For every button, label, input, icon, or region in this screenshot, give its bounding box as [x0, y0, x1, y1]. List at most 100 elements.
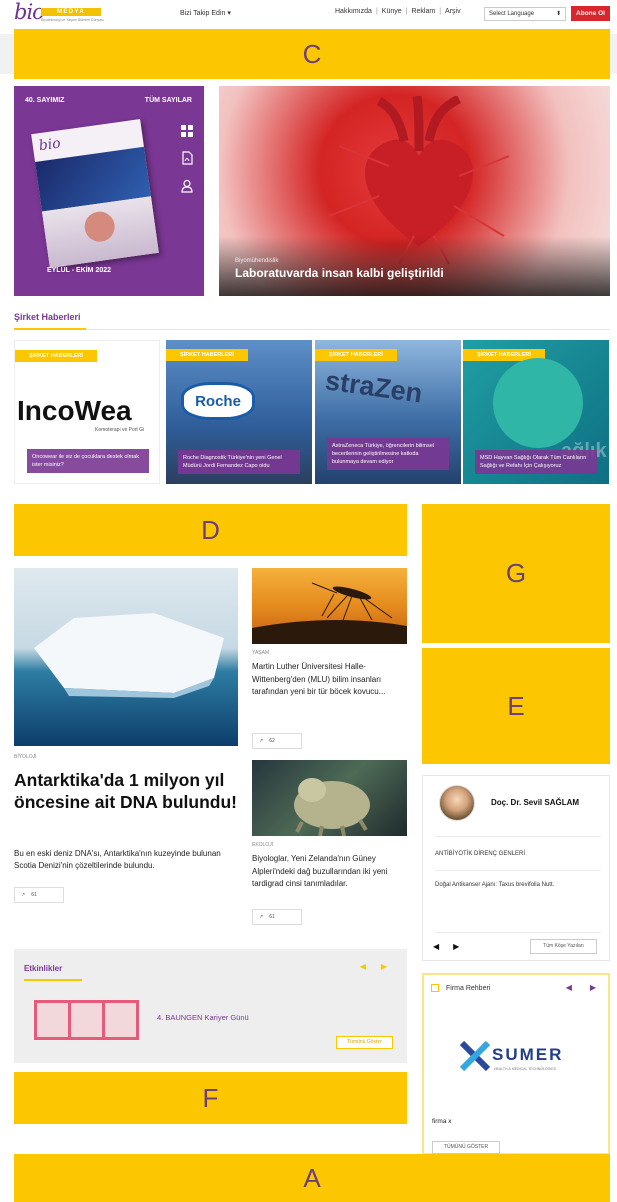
subscribe-button[interactable]: Abone Ol [571, 6, 610, 21]
select-arrows-icon: ⬍ [555, 11, 561, 17]
share-count: 62 [269, 738, 275, 744]
hero-category[interactable]: Biyomühendislik [235, 258, 278, 264]
article-main-image[interactable] [14, 568, 238, 746]
prev-arrow-icon[interactable]: ◀ [566, 983, 572, 992]
card-caption: Oncowear ile siz de çocuklara destek olm… [27, 449, 149, 473]
nav-separator: | [439, 8, 442, 15]
share-icon: ↗ [259, 738, 264, 744]
language-select[interactable]: Select Language ⬍ [484, 7, 566, 21]
site-logo[interactable]: bio MEDYA Biyoteknoloji ve Yaşam Bilimle… [14, 0, 104, 26]
article-main-description: Bu en eski deniz DNA'sı, Antarktika'nın … [14, 849, 221, 870]
nav-link-about[interactable]: Hakkımızda [335, 8, 372, 15]
oncowear-logo: IncoWea [17, 395, 132, 426]
next-arrow-icon[interactable]: ▶ [381, 962, 387, 971]
nav-link-archive[interactable]: Arşiv [445, 8, 461, 15]
sumer-logo[interactable]: SUMER HEALTH & MEDICAL TECHNOLOGIES [460, 1037, 575, 1077]
share-icon: ↗ [21, 892, 26, 898]
company-news-card-2[interactable]: ŞİRKET HABERLERİ Roche Roche Diagnostik … [166, 340, 312, 484]
oncowear-logo-sub: Kemoterapi ve Port Gi [95, 427, 145, 433]
event-speaker-photo [71, 1003, 102, 1037]
share-button[interactable]: ↗ 62 [252, 733, 302, 749]
firm-directory-heading[interactable]: Firma Rehberi [446, 985, 490, 992]
next-arrow-icon[interactable]: ▶ [590, 983, 596, 992]
event-image[interactable] [34, 1000, 139, 1040]
iceberg-illustration [34, 613, 224, 698]
company-news-card-3[interactable]: ŞİRKET HABERLERİ straZen AstraZeneca Tür… [315, 340, 461, 484]
article-side1-title[interactable]: Martin Luther Üniversitesi Halle-Wittenb… [252, 661, 407, 699]
article-side2-title[interactable]: Biyologlar, Yeni Zelanda'nın Güney Alple… [252, 853, 407, 891]
firm-name[interactable]: firma x [432, 1118, 452, 1125]
nav-separator: | [405, 8, 408, 15]
magazine-box[interactable]: 40. SAYIMIZ TÜM SAYILAR bio EYLÜL - EKİM… [14, 86, 204, 296]
article-side1-category[interactable]: YAŞAM [252, 650, 269, 656]
article-main-title[interactable]: Antarktika'da 1 milyon yıl öncesine ait … [14, 769, 244, 813]
divider [435, 870, 601, 871]
tardigrade-illustration [294, 778, 370, 836]
mosquito-illustration [252, 582, 407, 644]
author-avatar[interactable] [439, 785, 475, 821]
logo-bio-text: bio [14, 0, 45, 24]
article-side2-category[interactable]: EKOLOJİ [252, 842, 273, 848]
follow-us-label: Bizi Takip Edin [180, 10, 226, 17]
company-news-card-4[interactable]: ŞİRKET HABERLERİ ağlık MSD Hayvan Sağlığ… [463, 340, 609, 484]
sumer-x-mark-icon [460, 1041, 490, 1071]
events-heading[interactable]: Etkinlikler [24, 964, 62, 973]
share-count: 61 [31, 892, 37, 898]
pdf-icon[interactable] [180, 151, 194, 165]
author-article[interactable]: Doğal Antikanser Ajanı: Taxus brevifolia… [435, 880, 595, 890]
astrazeneca-logo: straZen [323, 365, 425, 409]
all-issues-link[interactable]: TÜM SAYILAR [145, 97, 192, 104]
placeholder-block-e: E [422, 648, 610, 764]
placeholder-block-c: C [14, 29, 610, 79]
placeholder-block-g: G [422, 504, 610, 643]
share-button[interactable]: ↗ 61 [252, 909, 302, 925]
msd-animal-icon [493, 358, 583, 448]
nav-separator: | [375, 8, 378, 15]
card-tag: ŞİRKET HABERLERİ [166, 349, 248, 361]
magazine-issue-label: 40. SAYIMIZ [25, 97, 65, 104]
nav-link-imprint[interactable]: Künye [382, 8, 402, 15]
events-show-all-button[interactable]: Tümünü Göster [336, 1036, 393, 1049]
top-nav: Hakkımızda | Künye | Reklam | Arşiv [335, 8, 461, 15]
placeholder-block-f: F [14, 1072, 407, 1124]
sumer-logo-text: SUMER [492, 1045, 564, 1064]
hero-title[interactable]: Laboratuvarda insan kalbi geliştirildi [235, 266, 444, 280]
hero-article[interactable]: Biyomühendislik Laboratuvarda insan kalb… [219, 86, 610, 296]
sumer-logo-sub: HEALTH & MEDICAL TECHNOLOGIES [494, 1067, 556, 1071]
article-side1-image[interactable] [252, 568, 407, 644]
company-news-card-1[interactable]: ŞİRKET HABERLERİ IncoWea Kemoterapi ve P… [14, 340, 160, 484]
grid-icon[interactable] [180, 124, 194, 138]
top-bar: bio MEDYA Biyoteknoloji ve Yaşam Bilimle… [0, 0, 617, 28]
share-button[interactable]: ↗ 61 [14, 887, 64, 903]
article-main-category[interactable]: BİYOLOJİ [14, 754, 37, 760]
firm-pager: ◀ ▶ [566, 983, 596, 992]
magazine-cover[interactable]: bio [31, 119, 159, 268]
placeholder-block-d: D [14, 504, 407, 556]
follow-us-dropdown[interactable]: Bizi Takip Edin ▾ [180, 9, 231, 17]
section-underline [24, 979, 82, 981]
card-caption: MSD Hayvan Sağlığı Olarak Tüm Canlıların… [475, 450, 597, 474]
prev-arrow-icon[interactable]: ◀ [360, 962, 366, 971]
author-topic[interactable]: ANTİBİYOTİK DİRENÇ GENLERİ [435, 851, 525, 857]
bookmark-icon [431, 984, 439, 992]
next-arrow-icon[interactable]: ▶ [453, 942, 459, 951]
author-box: Doç. Dr. Sevil SAĞLAM ANTİBİYOTİK DİRENÇ… [422, 775, 610, 961]
event-speaker-photo [105, 1003, 136, 1037]
company-news-heading[interactable]: Şirket Haberleri [14, 312, 81, 322]
author-name[interactable]: Doç. Dr. Sevil SAĞLAM [491, 798, 579, 807]
firm-directory: Firma Rehberi ◀ ▶ SUMER HEALTH & MEDICAL… [422, 973, 610, 1155]
all-columns-button[interactable]: Tüm Köşe Yazıları [530, 939, 597, 954]
divider [435, 836, 601, 837]
cover-logo: bio [37, 135, 62, 155]
event-title[interactable]: 4. BAUNGEN Kariyer Günü [157, 1013, 249, 1022]
article-side2-image[interactable] [252, 760, 407, 836]
card-caption: Roche Diagnostik Türkiye'nin yeni Genel … [178, 450, 300, 474]
prev-arrow-icon[interactable]: ◀ [433, 942, 439, 951]
card-caption: AstraZeneca Türkiye, öğrencilerin bilims… [327, 438, 449, 470]
section-underline [14, 328, 86, 330]
caret-down-icon: ▾ [227, 10, 231, 17]
firm-show-all-button[interactable]: TÜMÜNÜ GÖSTER [432, 1141, 500, 1154]
user-icon[interactable] [180, 179, 194, 193]
nav-link-advertising[interactable]: Reklam [411, 8, 435, 15]
events-section: Etkinlikler ◀ ▶ 4. BAUNGEN Kariyer Günü … [14, 949, 407, 1063]
